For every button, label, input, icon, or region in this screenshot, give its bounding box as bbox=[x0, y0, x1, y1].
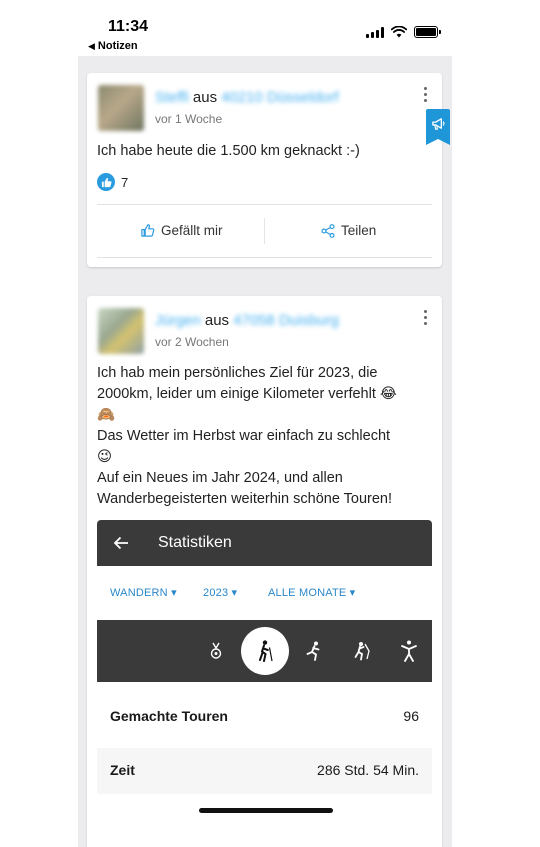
back-to-app-link[interactable]: ◀ Notizen bbox=[88, 40, 138, 52]
wifi-icon bbox=[391, 26, 407, 38]
stat-row-time: Zeit 286 Std. 54 Min. bbox=[97, 748, 432, 794]
status-icons bbox=[366, 26, 441, 38]
author-name[interactable]: Steffi bbox=[155, 89, 189, 106]
back-triangle-icon: ◀ bbox=[88, 41, 95, 51]
divider bbox=[97, 204, 432, 205]
more-options-icon[interactable] bbox=[424, 310, 428, 325]
stat-label: Gemachte Touren bbox=[110, 708, 228, 724]
megaphone-ribbon[interactable] bbox=[426, 109, 450, 145]
statistics-screenshot[interactable]: Statistiken WANDERN ▾ 2023 ▾ ALLE MONATE… bbox=[97, 520, 432, 847]
yoga-icon bbox=[398, 640, 420, 662]
climbing-icon bbox=[351, 640, 373, 662]
activity-filter: WANDERN ▾ bbox=[110, 587, 177, 599]
action-separator bbox=[264, 218, 265, 244]
divider bbox=[97, 257, 432, 258]
like-button-label: Gefällt mir bbox=[161, 223, 223, 238]
like-button[interactable]: Gefällt mir bbox=[140, 223, 223, 238]
post-text-line: 2000km, leider um einige Kilometer verfe… bbox=[97, 386, 397, 402]
post-text-line: Das Wetter im Herbst war einfach zu schl… bbox=[97, 428, 391, 444]
author-location[interactable]: 47058 Duisburg bbox=[233, 312, 339, 329]
avatar[interactable] bbox=[98, 308, 144, 354]
hiking-selected-indicator bbox=[241, 627, 289, 675]
post-text-line: Auf ein Neues im Jahr 2024, und allen bbox=[97, 470, 343, 486]
stat-value: 286 Std. 54 Min. bbox=[317, 762, 419, 778]
share-icon bbox=[321, 223, 335, 238]
post-text: Ich hab mein persönliches Ziel für 2023,… bbox=[97, 363, 397, 510]
author-connector: aus bbox=[192, 89, 218, 106]
author-location[interactable]: 40210 Düsseldorf bbox=[221, 89, 339, 106]
stats-header: Statistiken bbox=[97, 520, 432, 566]
year-filter: 2023 ▾ bbox=[203, 587, 238, 599]
author-connector: aus bbox=[204, 312, 230, 329]
like-count[interactable]: 7 bbox=[97, 173, 128, 191]
post-card: Jürgen aus 47058 Duisburg vor 2 Wochen Ich… bbox=[87, 296, 442, 847]
feed[interactable]: Steffi aus 40210 Düsseldorf vor 1 Woche Ic… bbox=[78, 56, 452, 847]
back-app-label: Notizen bbox=[97, 40, 138, 52]
post-text: Ich habe heute die 1.500 km geknackt :-) bbox=[97, 143, 360, 159]
megaphone-icon bbox=[431, 118, 445, 130]
post-author-line: Steffi aus 40210 Düsseldorf bbox=[155, 89, 339, 106]
more-options-icon[interactable] bbox=[424, 87, 428, 102]
stats-title: Statistiken bbox=[158, 534, 232, 551]
status-bar: 11:34 ◀ Notizen bbox=[0, 0, 540, 56]
like-count-value: 7 bbox=[121, 174, 129, 190]
post-author-line: Jürgen aus 47058 Duisburg bbox=[155, 312, 339, 329]
hiking-icon bbox=[259, 640, 273, 662]
author-name[interactable]: Jürgen bbox=[155, 312, 201, 329]
post-timestamp: vor 2 Wochen bbox=[155, 335, 229, 349]
clock: 11:34 bbox=[108, 18, 149, 35]
month-filter: ALLE MONATE ▾ bbox=[268, 587, 356, 599]
cellular-signal-icon bbox=[366, 26, 384, 38]
avatar[interactable] bbox=[98, 85, 144, 131]
stat-row-tours: Gemachte Touren 96 bbox=[97, 694, 432, 740]
running-icon bbox=[303, 640, 325, 662]
battery-icon bbox=[414, 26, 441, 38]
post-text-line: Ich hab mein persönliches Ziel für 2023,… bbox=[97, 365, 378, 381]
back-arrow-icon bbox=[113, 536, 128, 550]
stat-value: 96 bbox=[403, 708, 419, 724]
stat-label: Zeit bbox=[110, 762, 135, 778]
thumbs-up-icon bbox=[141, 224, 155, 237]
post-text-line: 🙈 bbox=[97, 407, 116, 423]
medal-icon bbox=[205, 640, 227, 662]
post-timestamp: vor 1 Woche bbox=[155, 112, 223, 126]
post-card: Steffi aus 40210 Düsseldorf vor 1 Woche Ic… bbox=[87, 73, 442, 267]
thumbs-up-badge-icon bbox=[97, 173, 115, 191]
post-text-line: 😉 bbox=[97, 449, 113, 465]
post-text-line: Wanderbegeisterten weiterhin schöne Tour… bbox=[97, 491, 393, 507]
share-button-label: Teilen bbox=[341, 223, 377, 238]
home-indicator[interactable] bbox=[199, 808, 333, 813]
activity-bar bbox=[97, 620, 432, 682]
share-button[interactable]: Teilen bbox=[321, 223, 376, 238]
